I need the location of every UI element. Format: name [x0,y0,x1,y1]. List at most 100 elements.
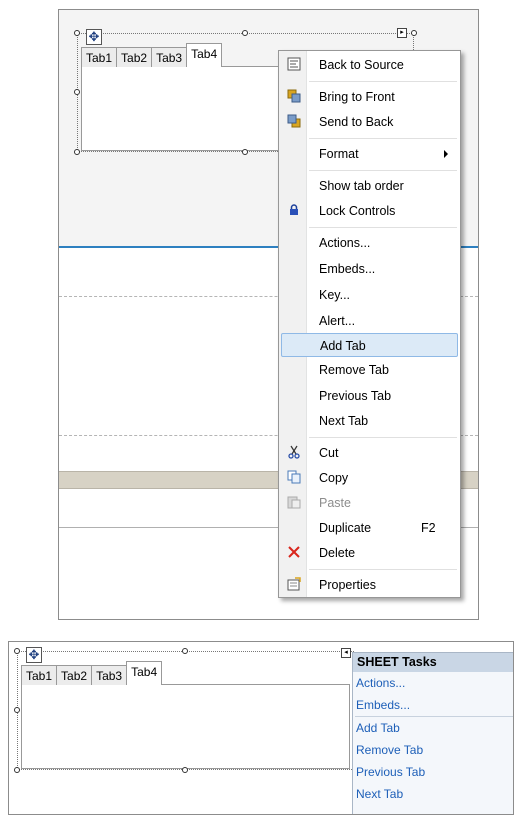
task-link-add-tab[interactable]: Add Tab [353,717,513,739]
menu-item-bring-to-front[interactable]: Bring to Front [281,85,458,109]
menu-item-label: Bring to Front [319,90,395,104]
menu-item-delete[interactable]: Delete [281,541,458,565]
menu-item-label: Lock Controls [319,204,396,218]
menu-item-embeds[interactable]: Embeds... [281,257,458,281]
tab-label: Tab3 [96,669,123,683]
menu-item-label: Alert... [319,314,356,328]
menu-item-previous-tab[interactable]: Previous Tab [281,384,458,408]
menu-item-label: Previous Tab [319,389,392,403]
menu-item-label: Actions... [319,236,371,250]
lock-icon [286,203,302,219]
resize-handle[interactable] [242,149,248,155]
smart-tag-icon[interactable]: ▸ [397,28,407,38]
menu-item-back-to-source[interactable]: Back to Source [281,53,458,77]
resize-handle[interactable] [411,30,417,36]
task-link-remove-tab[interactable]: Remove Tab [353,739,513,761]
tab-label: Tab2 [121,51,148,65]
menu-item-label: Duplicate [319,521,372,535]
menu-item-lock-controls[interactable]: Lock Controls [281,199,458,223]
menu-separator [309,437,457,438]
resize-handle[interactable] [74,89,80,95]
tab-label: Tab2 [61,669,88,683]
menu-item-next-tab[interactable]: Next Tab [281,409,458,433]
menu-item-alert[interactable]: Alert... [281,309,458,333]
copy-icon [286,470,302,486]
menu-item-label: Remove Tab [319,363,389,377]
resize-handle[interactable] [14,648,20,654]
delete-icon [286,545,302,561]
tab-label: Tab4 [191,47,218,61]
tab-label: Tab1 [26,669,53,683]
menu-item-properties[interactable]: Properties [281,573,458,597]
task-link-actions[interactable]: Actions... [353,672,513,694]
menu-separator [309,138,457,139]
properties-icon [286,577,302,593]
menu-item-label: Key... [319,288,351,302]
menu-item-duplicate[interactable]: Duplicate F2 [281,516,458,540]
menu-item-label: Properties [319,578,376,592]
tab-4[interactable]: Tab4 [186,43,223,67]
menu-item-add-tab[interactable]: Add Tab [281,333,458,357]
tab-label: Tab4 [131,665,158,679]
smart-tag-collapse-icon[interactable]: ◂ [341,648,351,658]
tab-label: Tab1 [86,51,113,65]
menu-separator [309,227,457,228]
tab-page[interactable] [21,684,350,769]
menu-separator [309,170,457,171]
menu-item-label: Copy [319,471,349,485]
submenu-arrow-icon [444,150,448,158]
context-menu: Back to Source Bring to Front Send to Ba… [278,50,461,598]
menu-item-paste[interactable]: Paste [281,491,458,515]
tab-3[interactable]: Tab3 [91,665,128,685]
scissors-icon [286,445,302,461]
back-to-source-icon [286,57,302,73]
tab-2[interactable]: Tab2 [116,47,153,67]
resize-handle[interactable] [74,149,80,155]
menu-item-label: Send to Back [319,115,394,129]
menu-item-copy[interactable]: Copy [281,466,458,490]
shortcut-label: F2 [421,521,436,535]
menu-item-label: Add Tab [320,339,366,353]
task-link-embeds[interactable]: Embeds... [353,694,513,716]
bring-to-front-icon [286,89,302,105]
send-to-back-icon [286,114,302,130]
menu-item-show-tab-order[interactable]: Show tab order [281,174,458,198]
resize-handle[interactable] [14,767,20,773]
design-canvas-bottom: Tab1 Tab2 Tab3 Tab4 ✥ ◂ SHEET Tasks Acti… [8,641,514,815]
tab-3[interactable]: Tab3 [151,47,188,67]
menu-separator [309,81,457,82]
menu-item-format[interactable]: Format [281,142,458,166]
tab-1[interactable]: Tab1 [81,47,118,67]
tab-2[interactable]: Tab2 [56,665,93,685]
tab-label: Tab3 [156,51,183,65]
resize-handle[interactable] [242,30,248,36]
menu-item-key[interactable]: Key... [281,283,458,307]
tab-4[interactable]: Tab4 [126,661,163,685]
menu-item-label: Cut [319,446,339,460]
resize-handle[interactable] [182,767,188,773]
menu-item-label: Embeds... [319,262,376,276]
move-handle-icon[interactable]: ✥ [26,647,42,663]
menu-item-label: Format [319,147,359,161]
menu-item-remove-tab[interactable]: Remove Tab [281,358,458,382]
menu-item-label: Delete [319,546,356,560]
sheet-tasks-panel: SHEET Tasks Actions... Embeds... Add Tab… [352,652,513,814]
tab-strip: Tab1 Tab2 Tab3 Tab4 [21,660,163,685]
menu-item-label: Paste [319,496,351,510]
menu-item-cut[interactable]: Cut [281,441,458,465]
menu-item-actions[interactable]: Actions... [281,231,458,255]
tab-1[interactable]: Tab1 [21,665,58,685]
resize-handle[interactable] [182,648,188,654]
menu-item-label: Back to Source [319,58,404,72]
resize-handle[interactable] [74,30,80,36]
paste-icon [286,495,302,511]
resize-handle[interactable] [14,707,20,713]
tab-strip: Tab1 Tab2 Tab3 Tab4 [81,42,223,67]
tasks-panel-title: SHEET Tasks [353,653,513,672]
task-link-previous-tab[interactable]: Previous Tab [353,761,513,783]
move-handle-icon[interactable]: ✥ [86,29,102,45]
menu-item-label: Show tab order [319,179,404,193]
menu-item-send-to-back[interactable]: Send to Back [281,110,458,134]
menu-separator [309,569,457,570]
task-link-next-tab[interactable]: Next Tab [353,783,513,805]
